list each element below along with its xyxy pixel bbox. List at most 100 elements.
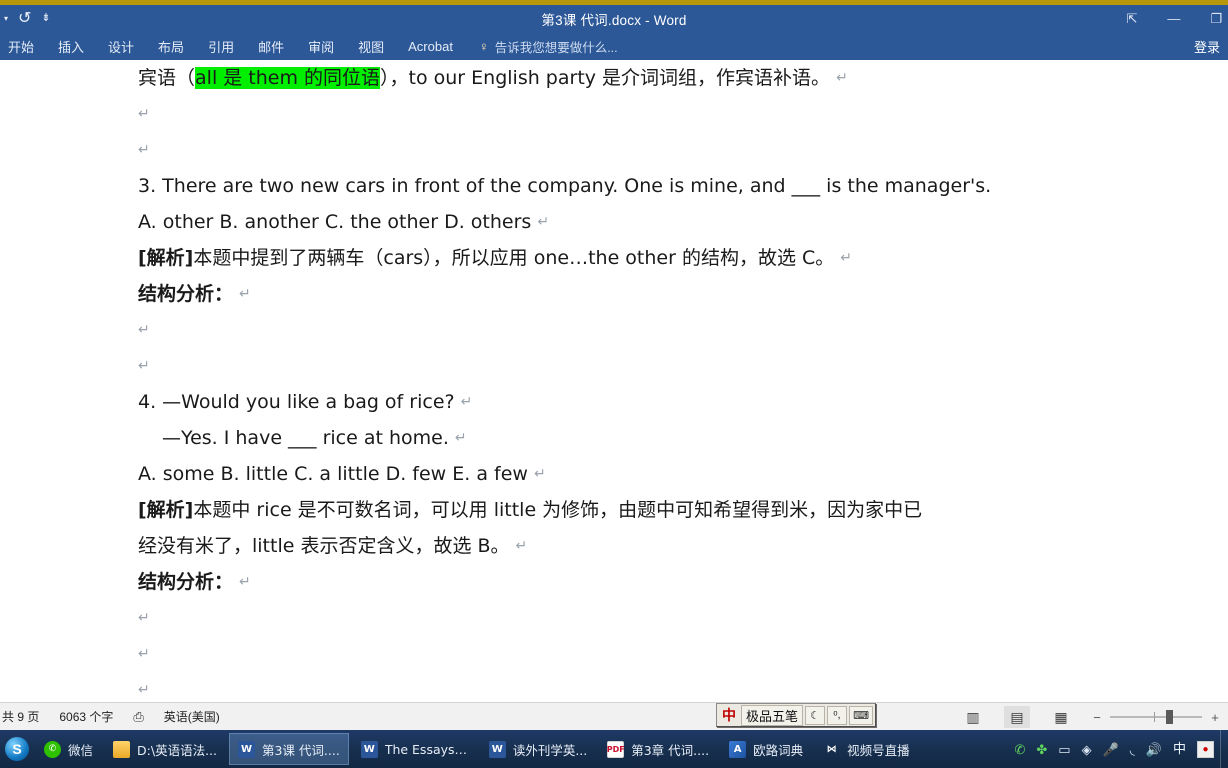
document-paragraph[interactable]: 结构分析： ↵	[138, 276, 1228, 312]
document-paragraph[interactable]: 经没有米了，little 表示否定含义，故选 B。 ↵	[138, 528, 1228, 564]
paragraph-text: [解析]	[138, 499, 194, 521]
taskbar-item-wechat[interactable]: ✆ 微信	[36, 733, 101, 765]
ime-punctuation-toggle-icon[interactable]: ᵒ,	[827, 705, 848, 725]
tab-home[interactable]: 开始	[0, 32, 46, 60]
title-bar: ▾ ↺ ⇟ 第3课 代词.docx - Word ⇱ — ❐	[0, 5, 1228, 32]
document-paragraph[interactable]: 结构分析： ↵	[138, 564, 1228, 600]
document-paragraph[interactable]: —Yes. I have ___ rice at home. ↵	[138, 420, 1228, 456]
taskbar-item-word-essays[interactable]: W The Essays ...	[353, 733, 477, 765]
paragraph-mark-icon: ↵	[840, 250, 852, 266]
tab-references[interactable]: 引用	[196, 32, 246, 60]
taskbar-item-word-duwai[interactable]: W 读外刊学英...	[481, 733, 595, 765]
print-layout-icon[interactable]: ▤	[1004, 706, 1030, 728]
document-paragraph[interactable]: [解析]本题中提到了两辆车（cars），所以应用 one…the other 的…	[138, 240, 1228, 276]
paragraph-mark-icon: ↵	[138, 646, 150, 662]
ribbon-tab-row: 开始 插入 设计 布局 引用 邮件 审阅 视图 Acrobat ♀ 告诉我您想要…	[0, 32, 1228, 60]
ime-moon-toggle-icon[interactable]: ☾	[805, 705, 826, 725]
document-paragraph[interactable]: 4. —Would you like a bag of rice? ↵	[138, 384, 1228, 420]
paragraph-mark-icon: ↵	[138, 322, 150, 338]
tab-review[interactable]: 审阅	[296, 32, 346, 60]
document-empty-paragraph[interactable]: ↵	[138, 600, 1228, 636]
paragraph-mark-icon: ↵	[138, 142, 150, 158]
taskbar-item-eudic[interactable]: A 欧路词典	[721, 733, 811, 765]
document-page[interactable]: 宾语（all 是 them 的同位语），to our English party…	[0, 60, 1228, 702]
zoom-in-button[interactable]: +	[1210, 710, 1220, 725]
ime-method-name[interactable]: 极品五笔	[741, 704, 804, 726]
paragraph-mark-icon: ↵	[138, 106, 150, 122]
paragraph-mark-icon: ↵	[138, 358, 150, 374]
taskbar-item-pdf-chapter3[interactable]: PDF 第3章 代词....	[599, 733, 717, 765]
paragraph-mark-icon: ↵	[239, 286, 251, 302]
taskbar-item-folder[interactable]: D:\英语语法...	[105, 733, 225, 765]
minimize-icon[interactable]: —	[1167, 12, 1180, 25]
start-button[interactable]: S	[0, 730, 34, 768]
document-empty-paragraph[interactable]: ↵	[138, 132, 1228, 168]
document-paragraph[interactable]: [解析]本题中 rice 是不可数名词，可以用 little 为修饰，由题中可知…	[138, 492, 1228, 528]
dict-icon: A	[729, 740, 747, 758]
taskbar: S ✆ 微信 D:\英语语法... W 第3课 代词.... W The Essays ..…	[0, 730, 1228, 768]
tray-security-icon[interactable]: ◈	[1082, 743, 1092, 756]
pdf-icon: PDF	[607, 740, 625, 758]
tray-ime-indicator[interactable]: 中	[1173, 743, 1186, 756]
restore-icon[interactable]: ❐	[1210, 12, 1222, 25]
web-layout-icon[interactable]: ▦	[1048, 706, 1074, 728]
page-indicator[interactable]: 共 9 页	[2, 708, 39, 725]
paragraph-mark-icon: ↵	[836, 70, 848, 86]
ime-chinese-mode-icon[interactable]: 中	[719, 705, 739, 725]
tray-volume-icon[interactable]: 🔊	[1146, 743, 1162, 756]
proofing-errors-icon[interactable]: ⎙	[133, 709, 143, 725]
taskbar-item-label: 欧路词典	[753, 742, 804, 758]
paragraph-mark-icon: ↵	[537, 214, 550, 230]
paragraph-mark-icon: ↵	[239, 574, 251, 590]
tray-recorder-icon[interactable]: ●	[1197, 740, 1214, 758]
zoom-control[interactable]: − +	[1092, 710, 1220, 725]
paragraph-text: 3. There are two new cars in front of th…	[138, 175, 992, 197]
document-paragraph[interactable]: A. other B. another C. the other D. othe…	[138, 204, 1228, 240]
taskbar-item-word-daici[interactable]: W 第3课 代词....	[228, 733, 349, 765]
ime-language-bar[interactable]: 中 极品五笔 ☾ ᵒ, ⌨	[716, 703, 877, 727]
document-empty-paragraph[interactable]: ↵	[138, 348, 1228, 384]
paragraph-text: ），to our English party 是介词词组，作宾语补语。	[380, 67, 831, 89]
zoom-out-button[interactable]: −	[1092, 710, 1102, 725]
tell-me-placeholder: 告诉我您想要做什么...	[494, 40, 618, 55]
tray-wifi-icon[interactable]: ◟	[1130, 743, 1135, 756]
read-mode-icon[interactable]: ▥	[960, 706, 986, 728]
show-desktop-button[interactable]	[1220, 730, 1228, 768]
document-canvas[interactable]: 宾语（all 是 them 的同位语），to our English party…	[0, 60, 1228, 702]
zoom-slider-thumb[interactable]	[1166, 710, 1173, 724]
document-paragraph[interactable]: A. some B. little C. a little D. few E. …	[138, 456, 1228, 492]
taskbar-item-channels-live[interactable]: ⋈ 视频号直播	[815, 733, 918, 765]
tab-view[interactable]: 视图	[346, 32, 396, 60]
paragraph-text: 结构分析：	[138, 283, 234, 305]
tab-mailings[interactable]: 邮件	[246, 32, 296, 60]
language-indicator[interactable]: 英语(美国)	[164, 708, 220, 725]
window-title: 第3课 代词.docx - Word	[541, 12, 687, 28]
tray-microphone-icon[interactable]: 🎤	[1103, 743, 1119, 756]
tray-app-icon[interactable]: ✤	[1036, 743, 1047, 756]
document-empty-paragraph[interactable]: ↵	[138, 672, 1228, 702]
word-icon: W	[360, 740, 378, 758]
word-count[interactable]: 6063 个字	[59, 708, 113, 725]
document-empty-paragraph[interactable]: ↵	[138, 96, 1228, 132]
tab-design[interactable]: 设计	[96, 32, 146, 60]
document-paragraph[interactable]: 宾语（all 是 them 的同位语），to our English party…	[138, 60, 1228, 96]
document-paragraph[interactable]: 3. There are two new cars in front of th…	[138, 168, 1228, 204]
document-empty-paragraph[interactable]: ↵	[138, 312, 1228, 348]
paragraph-text: 4. —Would you like a bag of rice?	[138, 391, 455, 413]
taskbar-items: ✆ 微信 D:\英语语法... W 第3课 代词.... W The Essays ... W…	[34, 730, 1010, 768]
paragraph-mark-icon: ↵	[454, 430, 467, 446]
zoom-slider-track[interactable]	[1110, 710, 1202, 724]
paragraph-text: 本题中提到了两辆车（cars），所以应用 one…the other 的结构，故…	[193, 247, 835, 269]
sign-in-button[interactable]: 登录	[1194, 32, 1220, 60]
tab-acrobat[interactable]: Acrobat	[396, 32, 465, 60]
tray-battery-icon[interactable]: ▭	[1058, 743, 1070, 756]
document-empty-paragraph[interactable]: ↵	[138, 636, 1228, 672]
tab-insert[interactable]: 插入	[46, 32, 96, 60]
status-bar: 共 9 页 6063 个字 ⎙ 英语(美国) ▥ ▤ ▦ − +	[0, 702, 1228, 730]
status-bar-right: ▥ ▤ ▦ − +	[960, 703, 1220, 731]
ribbon-display-options-icon[interactable]: ⇱	[1126, 12, 1137, 25]
tab-layout[interactable]: 布局	[146, 32, 196, 60]
tell-me-search[interactable]: ♀ 告诉我您想要做什么...	[479, 37, 618, 56]
ime-soft-keyboard-icon[interactable]: ⌨	[849, 705, 874, 725]
tray-wechat-icon[interactable]: ✆	[1014, 743, 1025, 756]
